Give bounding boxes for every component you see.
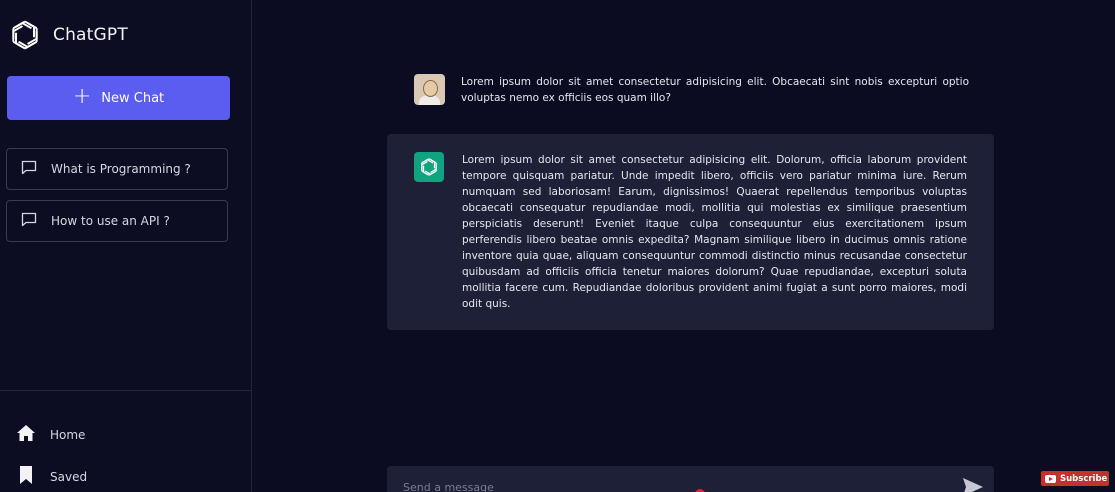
subscribe-label: Subscribe [1060, 473, 1108, 484]
user-message-text: Lorem ipsum dolor sit amet consectetur a… [461, 76, 969, 104]
nav-home-label: Home [50, 427, 86, 442]
nav-home[interactable]: Home [16, 424, 85, 445]
youtube-icon [1045, 474, 1056, 483]
bot-message-text: Lorem ipsum dolor sit amet consectetur a… [462, 154, 967, 310]
bot-message: Lorem ipsum dolor sit amet consectetur a… [387, 134, 994, 330]
send-icon[interactable] [962, 477, 984, 492]
app-window: ChatGPT + New Chat What is Programming ?… [0, 0, 1115, 492]
new-chat-label: New Chat [101, 90, 165, 106]
brand[interactable]: ChatGPT [7, 17, 128, 53]
user-avatar [414, 74, 445, 105]
history-item-label: How to use an API ? [51, 214, 170, 228]
new-chat-button[interactable]: + New Chat [7, 76, 230, 120]
chat-bubble-icon [21, 160, 37, 178]
history-item[interactable]: How to use an API ? [6, 200, 228, 242]
chat-area: Lorem ipsum dolor sit amet consectetur a… [252, 0, 1115, 492]
history-item[interactable]: What is Programming ? [6, 148, 228, 190]
history-item-label: What is Programming ? [51, 162, 191, 176]
chatgpt-avatar-icon [414, 152, 444, 182]
bookmark-icon [16, 466, 36, 487]
message-input-bar [387, 466, 994, 492]
sidebar: ChatGPT + New Chat What is Programming ?… [0, 0, 252, 492]
chat-bubble-icon [21, 212, 37, 230]
sidebar-divider [0, 390, 251, 391]
home-icon [16, 424, 36, 445]
nav-saved[interactable]: Saved [16, 466, 87, 487]
subscribe-button[interactable]: Subscribe [1041, 471, 1109, 486]
openai-logo-icon [7, 17, 43, 53]
message-input[interactable] [401, 480, 925, 492]
brand-name: ChatGPT [53, 25, 128, 45]
plus-icon: + [72, 84, 92, 109]
nav-saved-label: Saved [50, 469, 88, 484]
user-message: Lorem ipsum dolor sit amet consectetur a… [414, 74, 969, 106]
